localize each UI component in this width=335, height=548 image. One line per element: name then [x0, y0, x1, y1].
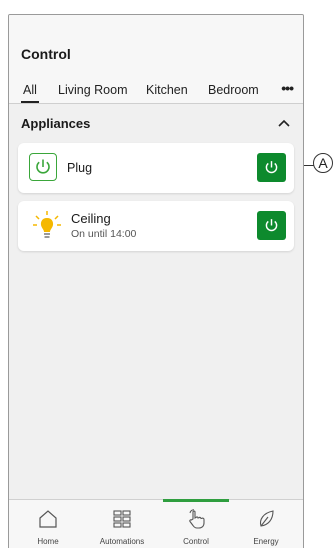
device-name: Plug: [67, 161, 93, 175]
device-name: Ceiling: [71, 211, 111, 226]
ceiling-power-button[interactable]: [257, 211, 286, 240]
header-divider: [9, 103, 303, 104]
bottom-nav: Home Automations Control Energy: [9, 499, 303, 548]
power-icon: [265, 219, 278, 232]
hand-pointer-icon: [189, 509, 205, 529]
header: Control All Living Room Kitchen Bedroom …: [9, 15, 303, 103]
room-tabs: All Living Room Kitchen Bedroom •••: [9, 80, 303, 103]
more-icon[interactable]: •••: [281, 80, 294, 96]
device-card-plug[interactable]: Plug: [18, 143, 294, 193]
nav-label: Control: [183, 537, 209, 546]
plug-power-button[interactable]: [257, 153, 286, 182]
nav-energy[interactable]: Energy: [229, 500, 303, 548]
grid-icon: [113, 510, 131, 528]
tab-bedroom[interactable]: Bedroom: [208, 83, 259, 97]
plug-power-icon: [29, 153, 57, 181]
nav-home[interactable]: Home: [11, 500, 85, 548]
nav-control[interactable]: Control: [159, 499, 233, 548]
nav-automations[interactable]: Automations: [85, 500, 159, 548]
callout-marker: A: [313, 153, 333, 173]
device-card-ceiling[interactable]: Ceiling On until 14:00: [18, 201, 294, 251]
tab-all[interactable]: All: [21, 83, 39, 103]
section-title: Appliances: [21, 116, 91, 131]
power-icon: [265, 161, 278, 174]
device-status: On until 14:00: [71, 228, 137, 240]
chevron-up-icon[interactable]: [277, 116, 291, 130]
tab-kitchen[interactable]: Kitchen: [146, 83, 188, 97]
page-title: Control: [21, 46, 71, 62]
nav-label: Automations: [99, 537, 145, 546]
home-icon: [39, 510, 57, 528]
tab-living-room[interactable]: Living Room: [58, 83, 127, 97]
leaf-icon: [259, 510, 274, 527]
phone-screen: Control All Living Room Kitchen Bedroom …: [8, 14, 304, 548]
power-outline-icon: [36, 159, 50, 174]
nav-label: Energy: [253, 537, 279, 546]
nav-label: Home: [37, 537, 59, 546]
lightbulb-on-icon: [33, 211, 61, 238]
